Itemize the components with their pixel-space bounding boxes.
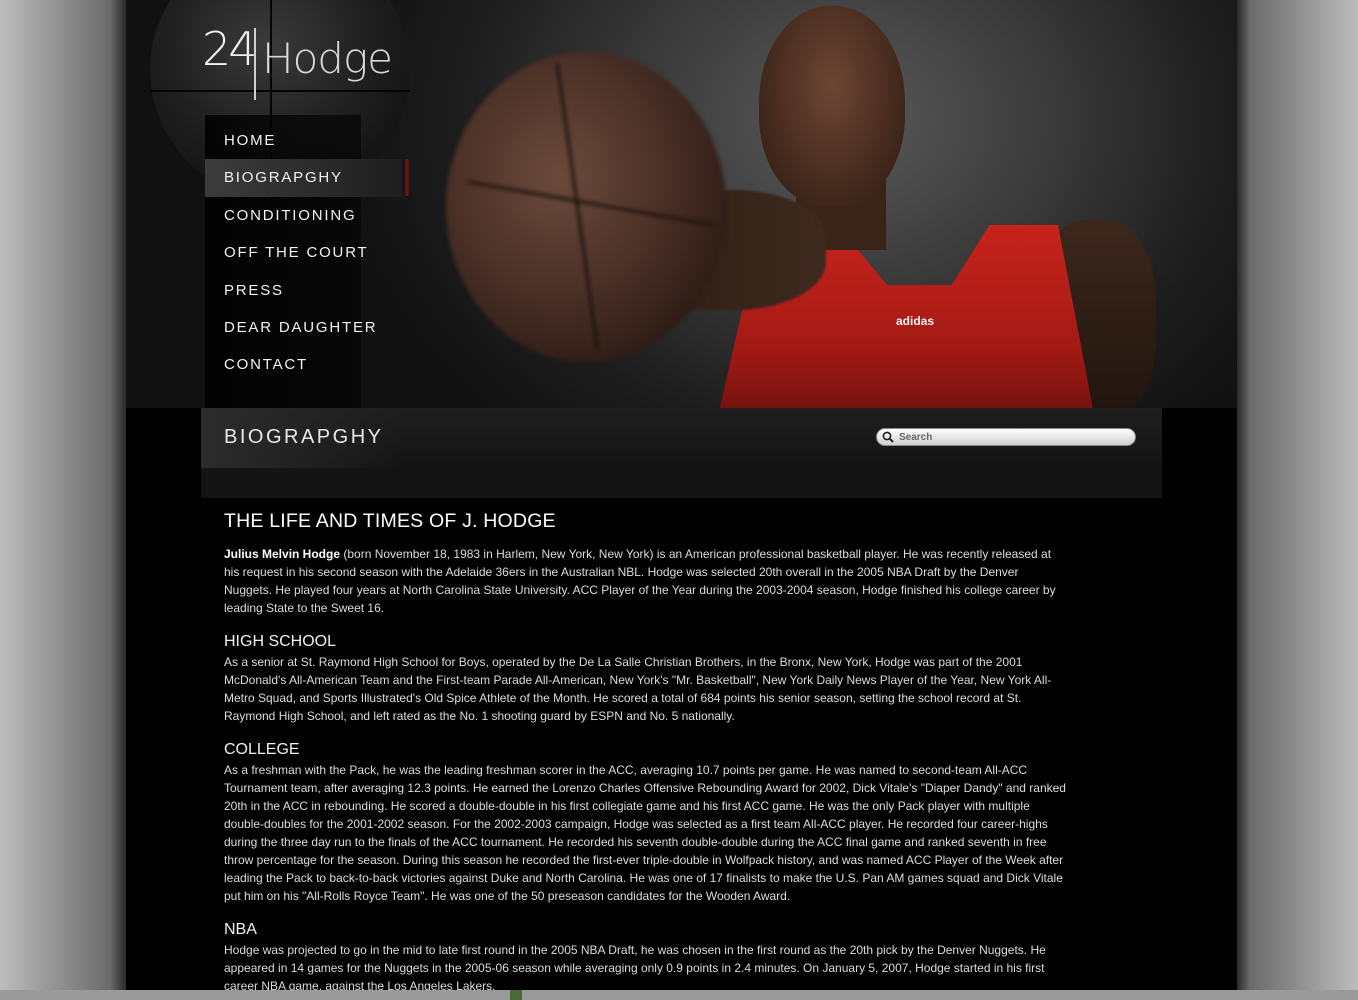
nav-item-press[interactable]: PRESS [205, 272, 405, 309]
page-title: BIOGRAPGHY [224, 426, 384, 448]
nav-item-dear-daughter[interactable]: DEAR DAUGHTER [205, 309, 405, 346]
search-input[interactable] [899, 429, 1129, 445]
section-title-nba: NBA [224, 921, 257, 938]
hero-image-player: adidas [426, 0, 1237, 408]
main-nav: HOME BIOGRAPGHY CONDITIONING OFF THE COU… [205, 122, 420, 384]
nav-item-off-the-court[interactable]: OFF THE COURT [205, 234, 405, 271]
nav-item-biography[interactable]: BIOGRAPGHY [205, 159, 420, 197]
nav-item-home[interactable]: HOME [205, 122, 405, 159]
section-text-college: As a freshman with the Pack, he was the … [224, 763, 1066, 903]
content-heading: THE LIFE AND TIMES OF J. HODGE [224, 510, 556, 532]
section-title-college: COLLEGE [224, 741, 300, 758]
intro-text: (born November 18, 1983 in Harlem, New Y… [224, 547, 1056, 615]
player-head [759, 6, 905, 206]
title-band: BIOGRAPGHY [201, 408, 1162, 468]
logo-number: 24 [202, 22, 258, 76]
intro-paragraph: Julius Melvin Hodge (born November 18, 1… [224, 545, 1069, 617]
jersey-brand-logo: adidas [896, 314, 935, 328]
header: adidas 24 Hodge HOME BIOGRAPGHY CONDITIO… [126, 0, 1237, 408]
basketball-image [446, 52, 726, 362]
ball-seam [555, 63, 600, 351]
ball-seam [467, 180, 715, 227]
section-title-high-school: HIGH SCHOOL [224, 633, 337, 650]
nav-item-conditioning[interactable]: CONDITIONING [205, 197, 405, 234]
logo-name: Hodge [262, 34, 393, 83]
page-container: adidas 24 Hodge HOME BIOGRAPGHY CONDITIO… [126, 0, 1237, 1000]
search-icon[interactable] [882, 431, 894, 443]
horizontal-scrollbar[interactable] [0, 990, 1358, 1000]
site-logo[interactable]: 24 Hodge [202, 22, 393, 104]
section-text-high-school: As a senior at St. Raymond High School f… [224, 655, 1052, 723]
intro-name: Julius Melvin Hodge [224, 547, 341, 561]
logo-divider [254, 28, 256, 100]
scrollbar-thumb[interactable] [510, 990, 522, 1000]
main-content: THE LIFE AND TIMES OF J. HODGE Julius Me… [224, 510, 1069, 995]
nav-item-contact[interactable]: CONTACT [205, 346, 405, 383]
section-text-nba: Hodge was projected to go in the mid to … [224, 943, 1046, 993]
sub-band [201, 468, 1162, 498]
search-box[interactable] [876, 428, 1136, 446]
